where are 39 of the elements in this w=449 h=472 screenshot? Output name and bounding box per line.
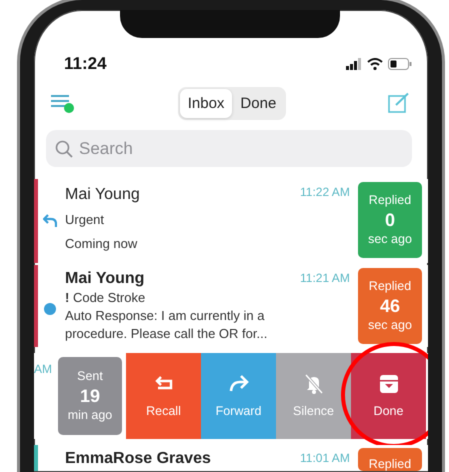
sender-name: Mai Young: [65, 269, 146, 289]
message-time: AM: [34, 361, 53, 378]
sender-name: Mai Young: [65, 185, 141, 205]
message-time: 11:22 AM: [300, 184, 351, 201]
badge-label: Replied: [368, 456, 412, 471]
wifi-icon: [367, 58, 383, 70]
badge-count: 19: [80, 385, 100, 407]
message-subject: ! Code Stroke: [65, 289, 146, 307]
badge-unit: sec ago: [368, 231, 412, 248]
message-preview: Auto Response: I am currently in a procedure. Please call the OR for...: [65, 307, 268, 343]
search-icon: [55, 140, 73, 158]
message-preview: Coming now: [65, 235, 138, 253]
signal-icon: [346, 58, 362, 70]
battery-icon: [388, 58, 412, 70]
badge-count: 46: [380, 295, 400, 317]
message-subject: Urgent: [65, 211, 106, 229]
message-row[interactable]: Mai Young Urgent Coming now 11:22 AM Replied 0 sec ago: [34, 179, 428, 263]
bell-off-icon: [304, 374, 324, 394]
archive-icon: [378, 374, 398, 394]
sender-name: EmmaRose Graves: [65, 449, 212, 469]
swipe-action[interactable]: Recall: [126, 353, 201, 439]
forward-arrow-icon: [228, 374, 248, 394]
segment-tab[interactable]: Inbox: [180, 88, 232, 118]
message-row[interactable]: EmmaRose Graves 11:01 AM Replied: [34, 445, 428, 471]
status-time: 11:24: [64, 54, 107, 74]
swipe-action[interactable]: Done: [351, 353, 426, 439]
compose-icon: [388, 92, 410, 114]
badge-label: Replied: [368, 192, 412, 209]
message-row[interactable]: Mai Young ! Code Stroke Auto Response: I am currently in a procedure. Please call the OR for... 11:21 AM Replied 46 sec ago: [34, 265, 428, 347]
badge-label: Sent: [77, 368, 103, 385]
message-time: 11:01 AM: [300, 450, 351, 467]
badge-unit: min ago: [68, 407, 112, 424]
unread-dot-icon: [44, 303, 56, 315]
badge-label: Replied: [368, 278, 412, 295]
badge-unit: sec ago: [368, 317, 412, 334]
badge-count: 0: [384, 209, 395, 231]
message-time: 11:21 AM: [300, 270, 351, 287]
segment-tab[interactable]: Done: [232, 88, 284, 118]
search-field[interactable]: Search: [46, 130, 412, 167]
